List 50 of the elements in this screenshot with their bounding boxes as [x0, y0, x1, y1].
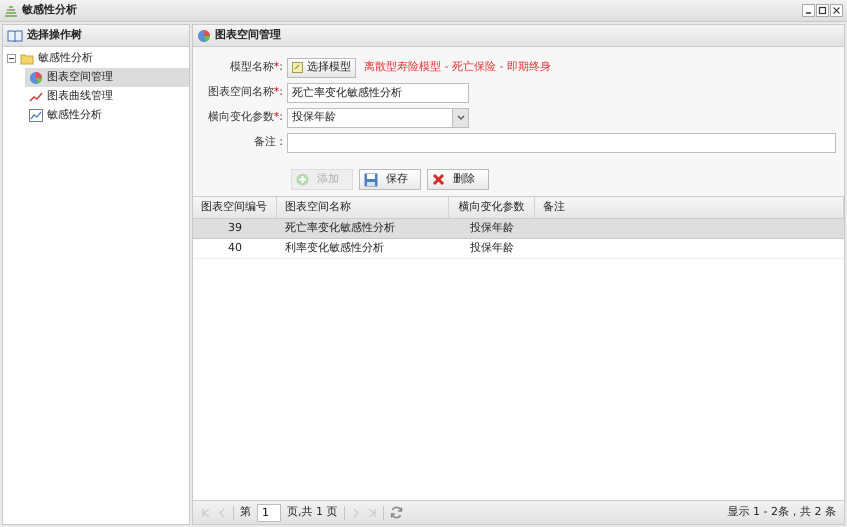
table-cell-text: 投保年龄 — [470, 220, 514, 236]
table-cell-text: 死亡率变化敏感性分析 — [285, 220, 395, 236]
maximize-icon[interactable] — [816, 4, 829, 17]
table-cell-text: 利率变化敏感性分析 — [285, 240, 384, 256]
column-header[interactable]: 横向变化参数 — [449, 197, 535, 218]
tree-item[interactable]: 敏感性分析 — [3, 49, 189, 68]
refresh-icon[interactable] — [390, 506, 402, 519]
window-title: 敏感性分析 — [22, 2, 77, 18]
chart-icon — [29, 109, 43, 122]
collapse-icon[interactable] — [7, 54, 16, 63]
table-cell-text: 40 — [228, 240, 242, 256]
table-row[interactable]: 40 利率变化敏感性分析 投保年龄 — [193, 239, 844, 259]
cross-icon — [432, 173, 445, 186]
model-name-text: 离散型寿险模型 - 死亡保险 - 即期终身 — [364, 59, 551, 76]
page-prefix: 第 — [240, 504, 251, 520]
tree-item[interactable]: 敏感性分析 — [25, 106, 189, 125]
tree-item[interactable]: 图表曲线管理 — [25, 87, 189, 106]
pie-chart-icon — [29, 70, 43, 84]
column-header[interactable]: 图表空间编号 — [193, 197, 277, 218]
field-label: 备注 : — [252, 134, 284, 150]
table-cell-text: 投保年龄 — [470, 240, 514, 256]
table-cell-text: 39 — [228, 220, 242, 236]
column-header[interactable]: 图表空间名称 — [277, 197, 449, 218]
line-chart-icon — [29, 90, 43, 102]
name-input-field[interactable]: 死亡率变化敏感性分析 — [287, 82, 469, 102]
field-label: 图表空间名称*: — [206, 84, 284, 100]
column-header[interactable]: 备注 — [535, 197, 844, 218]
param-dropdown[interactable]: 投保年龄 — [287, 108, 469, 128]
select-model-button[interactable]: 选择模型 — [287, 58, 356, 78]
tree-item[interactable]: 图表空间管理 — [25, 68, 189, 87]
panel-title: 图表空间管理 — [215, 27, 281, 44]
minimize-icon[interactable] — [802, 4, 815, 17]
pie-chart-icon — [197, 28, 211, 42]
page-input-field[interactable]: 1 — [257, 504, 281, 522]
field-label: 横向变化参数*: — [206, 109, 284, 126]
book-icon — [7, 30, 23, 42]
record-summary: 显示 1 - 2条，共 2 条 — [728, 504, 836, 520]
plus-icon — [296, 173, 309, 186]
table-row[interactable]: 39 死亡率变化敏感性分析 投保年龄 — [193, 219, 844, 239]
field-label: 模型名称*: — [228, 59, 284, 76]
save-button[interactable]: 保存 — [359, 169, 421, 190]
page-count: 页,共 1 页 — [287, 504, 338, 520]
note-input-field[interactable] — [287, 132, 836, 152]
delete-button[interactable]: 删除 — [427, 169, 489, 190]
chevron-down-icon[interactable] — [452, 108, 468, 126]
app-icon — [4, 4, 18, 17]
close-icon[interactable] — [830, 4, 843, 17]
folder-icon — [20, 52, 34, 64]
note-icon — [292, 62, 303, 73]
sidebar-title: 选择操作树 — [27, 27, 82, 44]
